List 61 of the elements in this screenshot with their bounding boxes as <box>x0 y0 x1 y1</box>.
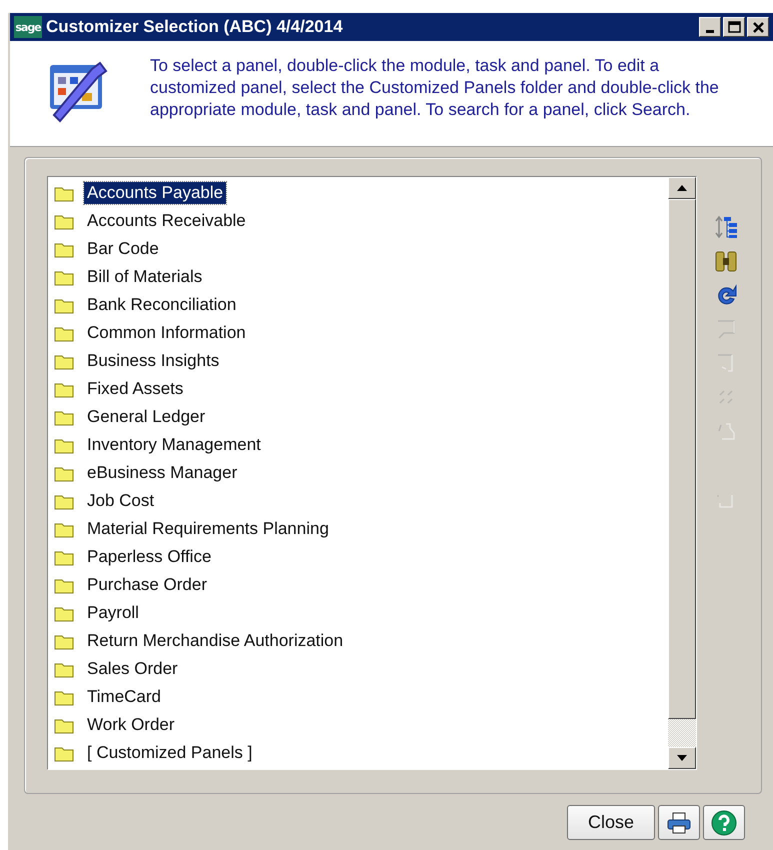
module-item[interactable]: Paperless Office <box>84 546 214 568</box>
help-icon <box>711 810 737 836</box>
maximize-icon <box>726 20 742 34</box>
window-title: Customizer Selection (ABC) 4/4/2014 <box>46 17 344 37</box>
folder-icon <box>54 660 74 678</box>
folder-icon <box>54 268 74 286</box>
folder-icon <box>54 604 74 622</box>
folder-icon <box>54 436 74 454</box>
folder-icon <box>54 296 74 314</box>
folder-icon <box>54 576 74 594</box>
up-arrow-icon[interactable] <box>677 185 687 191</box>
module-item[interactable]: Bank Reconciliation <box>84 294 240 316</box>
down-arrow-icon[interactable] <box>677 755 687 761</box>
module-item[interactable]: Job Cost <box>84 490 158 512</box>
module-item[interactable]: Fixed Assets <box>84 378 186 400</box>
module-item[interactable]: Common Information <box>84 322 249 344</box>
module-item[interactable]: TimeCard <box>84 686 164 708</box>
folder-icon <box>54 240 74 258</box>
printer-icon <box>666 810 692 834</box>
folder-icon <box>54 408 74 426</box>
module-item[interactable]: Work Order <box>84 714 178 736</box>
module-item[interactable]: Purchase Order <box>84 574 210 596</box>
folder-icon <box>54 464 74 482</box>
module-item[interactable]: Material Requirements Planning <box>84 518 332 540</box>
maximize-button[interactable] <box>723 17 745 37</box>
folder-icon <box>54 352 74 370</box>
module-item[interactable]: Return Merchandise Authorization <box>84 630 346 652</box>
module-item[interactable]: Business Insights <box>84 350 222 372</box>
folder-icon <box>54 744 74 762</box>
help-button[interactable] <box>703 805 745 840</box>
folder-icon <box>54 184 74 202</box>
module-item[interactable]: Accounts Receivable <box>84 210 249 232</box>
module-item[interactable]: [ Customized Panels ] <box>84 742 256 764</box>
close-icon <box>750 20 766 34</box>
scrollbar[interactable] <box>668 177 696 769</box>
print-button[interactable] <box>658 805 700 840</box>
instructions-text: To select a panel, double-click the module, task and panel. To edit a customized panel, select the Customized Panels folder and double-click the appropriate module, task and panel. To search for a panel, click Search. <box>150 55 720 121</box>
folder-icon <box>54 492 74 510</box>
folder-icon <box>54 632 74 650</box>
module-item[interactable]: General Ledger <box>84 406 208 428</box>
folder-icon <box>54 324 74 342</box>
close-button[interactable] <box>747 17 769 37</box>
module-item[interactable]: Bar Code <box>84 238 162 260</box>
folder-icon <box>54 212 74 230</box>
folder-icon <box>54 380 74 398</box>
module-item[interactable]: Inventory Management <box>84 434 264 456</box>
folder-icon <box>54 688 74 706</box>
folder-icon <box>54 716 74 734</box>
module-item[interactable]: Bill of Materials <box>84 266 206 288</box>
close-button[interactable]: Close <box>567 805 655 840</box>
module-item[interactable]: Accounts Payable <box>84 182 226 204</box>
logo: sage <box>14 16 42 38</box>
folder-icon <box>54 548 74 566</box>
module-item[interactable]: Sales Order <box>84 658 181 680</box>
binoculars-icon[interactable] <box>714 249 738 273</box>
minimize-button[interactable] <box>699 17 721 37</box>
module-item[interactable]: Payroll <box>84 602 142 624</box>
module-item[interactable]: eBusiness Manager <box>84 462 240 484</box>
folder-icon <box>54 520 74 538</box>
tree-icon[interactable] <box>714 215 738 239</box>
minimize-icon <box>706 30 714 32</box>
